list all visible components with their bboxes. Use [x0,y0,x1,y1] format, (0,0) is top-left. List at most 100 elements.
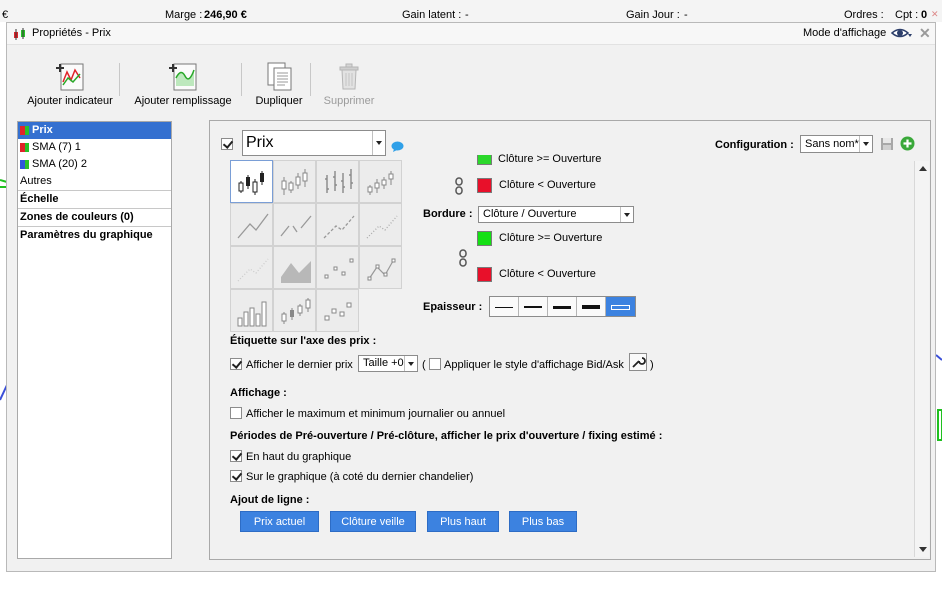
save-icon[interactable] [880,137,894,151]
hlc-bars-icon [367,171,394,195]
show-max-min-label: Afficher le maximum et minimum journalie… [246,408,506,420]
current-price-line-button[interactable]: Prix actuel [240,511,319,532]
fall-color-swatch-top[interactable] [477,178,492,193]
high-line-button[interactable]: Plus haut [427,511,499,532]
count-label: Cpt : [895,9,919,21]
properties-panel: Prix Configuration : Sans nom* Clôture >… [209,120,931,560]
configuration-label: Configuration : [715,139,794,151]
on-chart-checkbox[interactable] [230,470,242,482]
previous-close-line-button[interactable]: Clôture veille [330,511,416,532]
show-max-min-checkbox[interactable] [230,407,242,419]
fall-border-label: Clôture < Ouverture [499,268,596,280]
histogram-icon [237,301,267,327]
chart-style-option[interactable] [273,203,316,246]
chart-style-option[interactable] [273,246,316,289]
unrealized-gain-value: - [465,9,469,21]
scroll-up-icon[interactable] [919,166,927,171]
chevron-down-icon [620,207,633,222]
close-small-icon[interactable]: ✕ [931,10,940,19]
chevron-down-icon [372,131,385,155]
tree-item-sma-20[interactable]: SMA (20) 2 [18,156,171,173]
hollow-candle-icon [281,169,308,195]
size-select[interactable]: Taille +0 [358,355,418,372]
thickness-option-1[interactable] [490,297,519,316]
rise-border-color-swatch[interactable] [477,231,492,246]
add-line-heading: Ajout de ligne : [230,494,310,506]
tree-section-label: Paramètres du graphique [20,229,153,241]
duplicate-button[interactable]: Dupliquer [254,60,304,107]
link-chain-icon[interactable] [458,249,468,267]
scroll-down-icon[interactable] [919,547,927,552]
toolbar: Ajouter indicateur Ajouter remplissage D… [7,46,935,116]
series-select[interactable]: Prix [242,130,386,156]
trash-icon [339,63,359,90]
display-heading: Affichage : [230,387,287,399]
delete-button[interactable]: Supprimer [323,60,375,107]
unrealized-gain-label: Gain latent : [402,9,462,21]
vertical-scrollbar[interactable] [914,161,929,557]
top-of-chart-label: En haut du graphique [246,451,352,463]
duplicate-icon [267,62,292,91]
low-line-button[interactable]: Plus bas [509,511,577,532]
chart-style-option[interactable] [316,160,359,203]
eye-icon[interactable] [891,25,913,41]
tree-item-label: Autres [20,175,52,187]
dialog-titlebar: Propriétés - Prix Mode d'affichage ✕ [7,23,935,45]
delete-label: Supprimer [323,95,375,107]
thickness-option-5[interactable] [606,297,635,316]
configuration-value: Sans nom* [805,138,859,150]
chart-style-option[interactable] [230,289,273,332]
candlestick-icon [14,28,25,40]
thickness-option-3[interactable] [548,297,577,316]
close-icon[interactable]: ✕ [919,26,931,40]
chat-bubble-icon[interactable] [391,141,404,152]
candlestick-icon [238,171,264,195]
chart-style-option[interactable] [273,289,316,332]
chart-style-option[interactable] [359,160,402,203]
chart-style-option[interactable] [230,203,273,246]
series-color-swatch [20,126,29,135]
add-fill-button[interactable]: Ajouter remplissage [134,60,232,107]
tree-section-scale[interactable]: Échelle [18,190,171,207]
thickness-label: Epaisseur : [423,301,483,313]
thickness-option-2[interactable] [519,297,548,316]
wrench-icon[interactable] [629,353,647,371]
series-color-swatch [20,160,29,169]
top-of-chart-checkbox[interactable] [230,450,242,462]
properties-tree: Prix SMA (7) 1 SMA (20) 2 Autres Échelle… [17,121,172,559]
thickness-option-4[interactable] [577,297,606,316]
rise-color-swatch-top[interactable] [477,155,492,165]
tree-section-color-zones[interactable]: Zones de couleurs (0) [18,208,171,225]
add-indicator-icon [56,63,84,91]
chart-style-option[interactable] [359,203,402,246]
chart-style-option[interactable] [359,246,402,289]
bid-ask-style-checkbox[interactable] [429,358,441,370]
add-config-icon[interactable] [900,136,915,151]
add-indicator-button[interactable]: Ajouter indicateur [24,60,116,107]
dialog-title: Propriétés - Prix [32,27,111,39]
border-select[interactable]: Clôture / Ouverture [478,206,634,223]
mountain-chart-icon [281,261,311,283]
chart-style-option[interactable] [316,246,359,289]
series-visible-checkbox[interactable] [221,138,233,150]
add-fill-icon [169,63,197,91]
scatter-points-icon [324,258,354,279]
fall-label-top: Clôture < Ouverture [499,179,596,191]
display-mode-label[interactable]: Mode d'affichage [803,27,886,39]
show-last-price-checkbox[interactable] [230,358,242,370]
chart-style-option[interactable] [316,203,359,246]
tree-item-prix[interactable]: Prix [18,122,171,139]
chart-style-option[interactable] [230,160,273,203]
tree-item-sma-7[interactable]: SMA (7) 1 [18,139,171,156]
configuration-select[interactable]: Sans nom* [800,135,873,153]
link-chain-icon[interactable] [454,177,464,195]
chart-style-option[interactable] [230,246,273,289]
day-gain-label: Gain Jour : [626,9,680,21]
chevron-down-icon [859,136,872,152]
chart-style-option[interactable] [273,160,316,203]
fall-border-color-swatch[interactable] [477,267,492,282]
tree-section-chart-settings[interactable]: Paramètres du graphique [18,226,171,243]
paren-open: ( [422,359,426,371]
chart-style-option[interactable] [316,289,359,332]
tree-item-autres[interactable]: Autres [18,173,171,190]
